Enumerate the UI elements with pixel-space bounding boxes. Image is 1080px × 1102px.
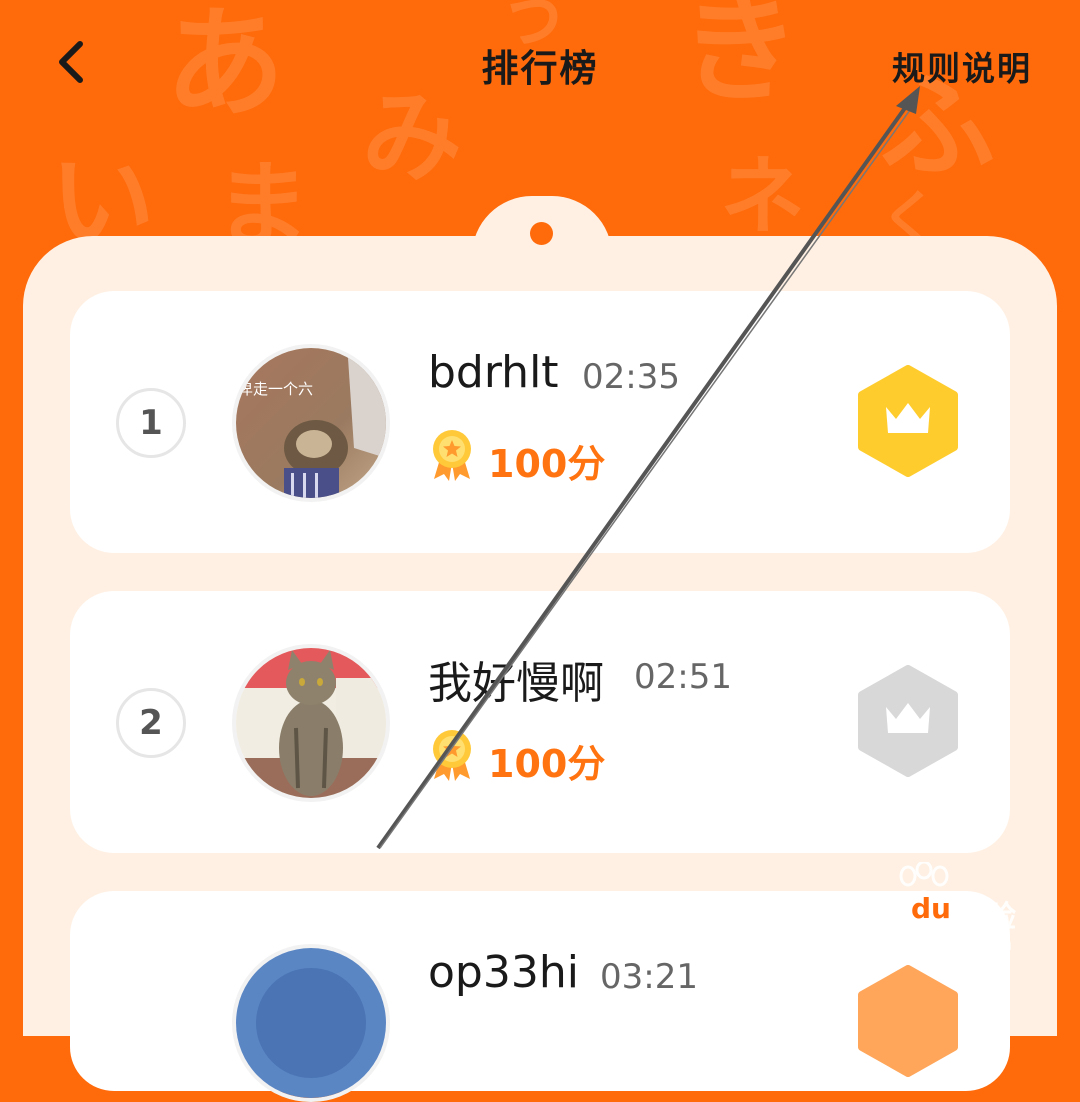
baidu-watermark: Bai du 经验 jingyan.baidu.com <box>826 862 1036 962</box>
username: bdrhlt <box>428 347 559 398</box>
leaderboard-row-2[interactable]: 2 我好慢啊 02:51 100分 <box>70 591 1010 853</box>
score: 100分 <box>488 442 606 486</box>
background-kana: み <box>362 79 462 196</box>
username: op33hi <box>428 947 579 998</box>
avatar <box>232 644 390 802</box>
finish-time: 02:51 <box>634 657 732 697</box>
avatar: 卑走一个六 <box>232 344 390 502</box>
avatar-caption: 卑走一个六 <box>238 380 313 398</box>
medal-icon <box>433 430 471 481</box>
score: 100分 <box>488 742 606 786</box>
avatar-image <box>236 648 386 798</box>
finish-time: 02:35 <box>582 357 680 397</box>
watermark-suffix: 经验 <box>956 900 1016 935</box>
username: 我好慢啊 <box>428 658 604 709</box>
medal-icon <box>433 730 471 781</box>
gold-crown-icon <box>858 365 958 477</box>
leaderboard-row-1[interactable]: 1 卑走一个六 bdrhlt 02:35 100分 <box>70 291 1010 553</box>
background-kana: ネ <box>720 148 806 247</box>
bronze-crown-icon <box>858 965 958 1077</box>
rules-link[interactable]: 规则说明 <box>892 42 1032 90</box>
watermark-url: jingyan.baidu.com <box>830 934 1014 955</box>
tab-dot <box>530 222 553 245</box>
avatar <box>232 944 390 1102</box>
avatar-image: 卑走一个六 <box>236 348 386 498</box>
watermark-brand: Bai <box>828 890 889 930</box>
rank-badge: 2 <box>116 688 186 758</box>
watermark-brand-box: du <box>908 892 954 925</box>
rank-badge: 1 <box>116 388 186 458</box>
silver-crown-icon <box>858 665 958 777</box>
finish-time: 03:21 <box>600 957 698 997</box>
avatar-image <box>236 948 386 1098</box>
